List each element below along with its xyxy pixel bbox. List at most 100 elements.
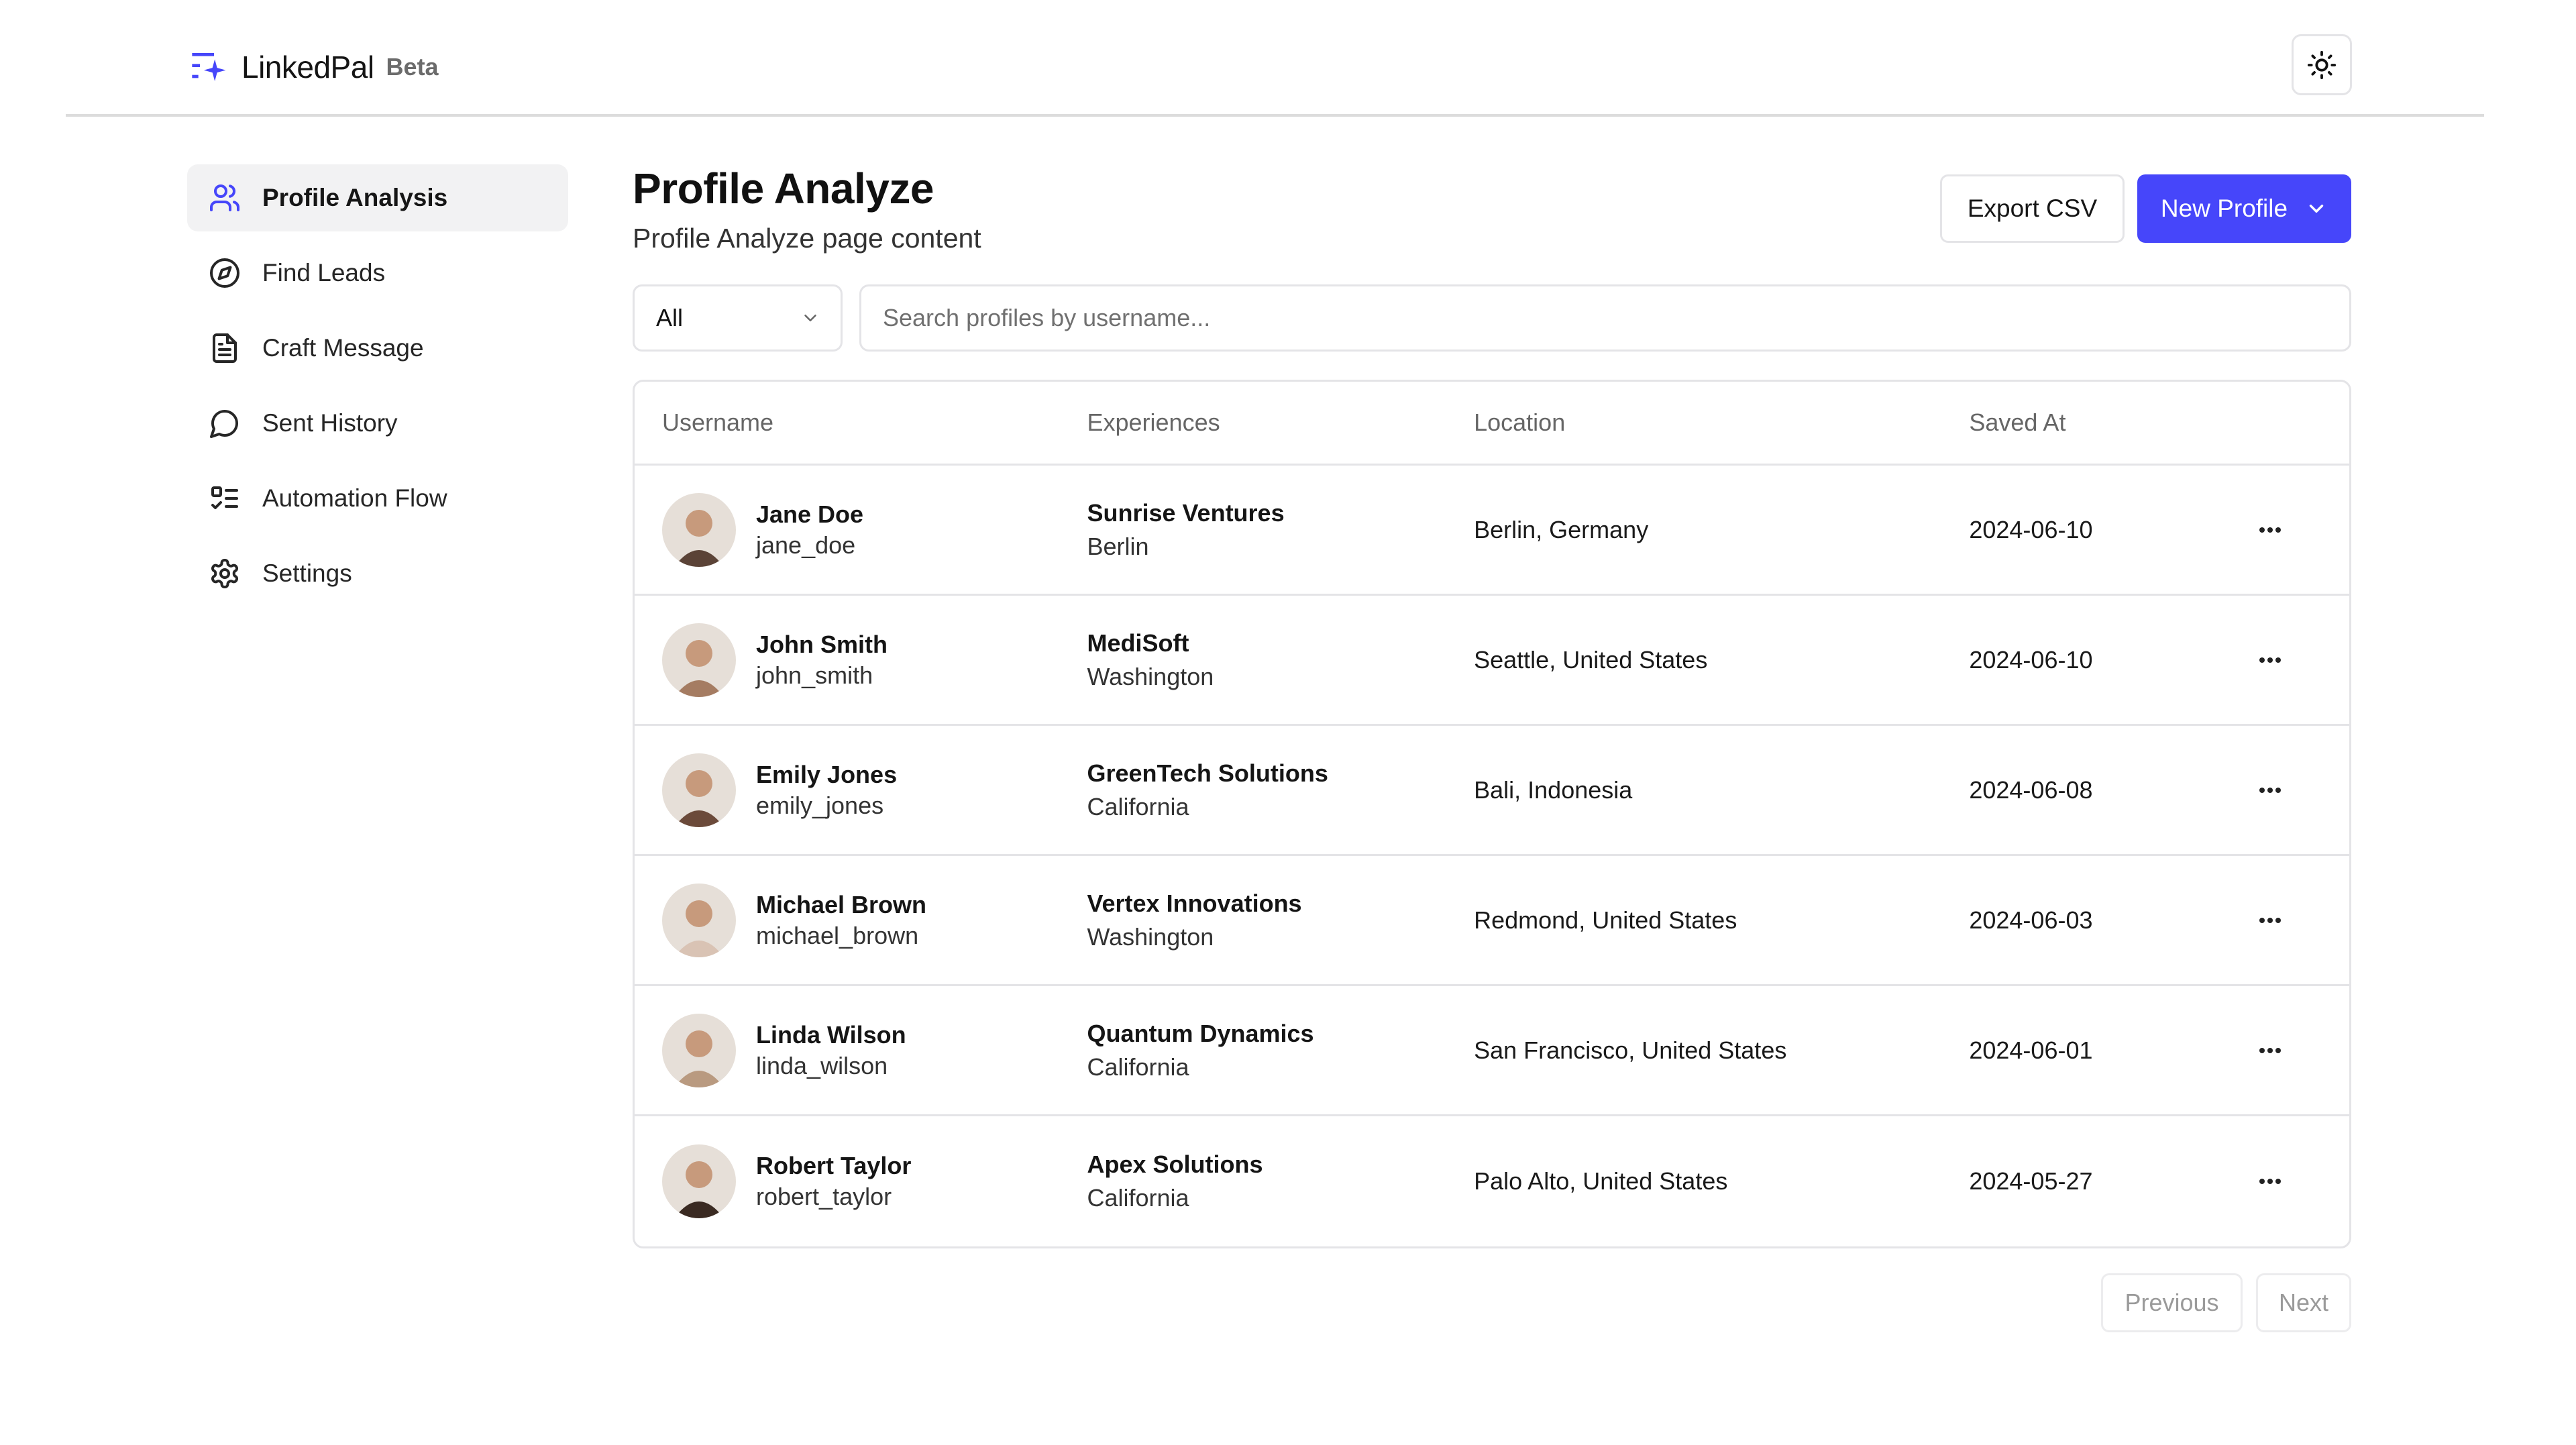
sidebar-item-settings[interactable]: Settings bbox=[187, 540, 568, 607]
location-cell: Seattle, United States bbox=[1474, 645, 1708, 674]
chevron-down-icon bbox=[804, 315, 816, 321]
experience-region: California bbox=[1087, 792, 1189, 820]
export-csv-button[interactable]: Export CSV bbox=[1940, 174, 2125, 243]
saved-at-cell: 2024-06-10 bbox=[1969, 515, 2093, 543]
column-header-location[interactable]: Location bbox=[1474, 409, 1969, 437]
sidebar-item-craft-message[interactable]: Craft Message bbox=[187, 315, 568, 382]
compass-icon bbox=[207, 256, 242, 290]
profile-username: robert_taylor bbox=[756, 1183, 892, 1210]
profile-name[interactable]: Michael Brown bbox=[756, 890, 926, 920]
avatar bbox=[662, 1144, 736, 1218]
table-body: Jane Doe jane_doe Sunrise Ventures Berli… bbox=[635, 466, 2349, 1246]
beta-badge: Beta bbox=[386, 53, 439, 81]
logo[interactable]: LinkedPal Beta bbox=[191, 47, 439, 87]
table-row[interactable]: Michael Brown michael_brown Vertex Innov… bbox=[635, 856, 2349, 986]
avatar-person-icon bbox=[662, 883, 736, 957]
row-actions-button[interactable] bbox=[2253, 517, 2288, 543]
filter-select[interactable]: All bbox=[633, 284, 843, 352]
profile-name[interactable]: Linda Wilson bbox=[756, 1020, 906, 1051]
avatar bbox=[662, 753, 736, 827]
sidebar-item-find-leads[interactable]: Find Leads bbox=[187, 239, 568, 307]
profile-name[interactable]: John Smith bbox=[756, 629, 888, 660]
location-cell: Berlin, Germany bbox=[1474, 515, 1649, 543]
experiences-cell: Quantum Dynamics California bbox=[1087, 1017, 1474, 1084]
experience-company: GreenTech Solutions bbox=[1087, 759, 1328, 787]
table-row[interactable]: Jane Doe jane_doe Sunrise Ventures Berli… bbox=[635, 466, 2349, 596]
row-actions-button[interactable] bbox=[2253, 777, 2288, 804]
saved-at-cell: 2024-06-08 bbox=[1969, 775, 2093, 804]
profile-name[interactable]: Emily Jones bbox=[756, 759, 897, 790]
theme-toggle-button[interactable] bbox=[2292, 34, 2352, 95]
location-cell: Redmond, United States bbox=[1474, 906, 1737, 934]
experience-company: Vertex Innovations bbox=[1087, 889, 1302, 917]
sidebar-item-label: Automation Flow bbox=[262, 484, 447, 512]
actions-cell bbox=[2253, 517, 2349, 543]
search-input[interactable] bbox=[859, 284, 2351, 352]
experience-company: MediSoft bbox=[1087, 629, 1189, 657]
column-header-saved-at[interactable]: Saved At bbox=[1969, 409, 2253, 437]
table-row[interactable]: John Smith john_smith MediSoft Washingto… bbox=[635, 596, 2349, 726]
experience-region: Washington bbox=[1087, 662, 1214, 690]
new-profile-label: New Profile bbox=[2160, 195, 2288, 222]
experience-company: Sunrise Ventures bbox=[1087, 498, 1285, 527]
row-actions-button[interactable] bbox=[2253, 647, 2288, 674]
sidebar-item-profile-analysis[interactable]: Profile Analysis bbox=[187, 164, 568, 231]
more-horizontal-icon bbox=[2259, 1179, 2282, 1184]
experience-region: Berlin bbox=[1087, 532, 1149, 560]
column-header-username[interactable]: Username bbox=[635, 409, 1087, 437]
profile-username: linda_wilson bbox=[756, 1051, 888, 1079]
avatar bbox=[662, 492, 736, 567]
previous-page-button[interactable]: Previous bbox=[2101, 1273, 2243, 1332]
profile-username: jane_doe bbox=[756, 531, 856, 559]
profile-name[interactable]: Robert Taylor bbox=[756, 1150, 911, 1181]
saved-at-cell: 2024-06-01 bbox=[1969, 1036, 2093, 1064]
list-checks-icon bbox=[207, 481, 242, 516]
experience-region: California bbox=[1087, 1184, 1189, 1212]
profiles-table: Username Experiences Location Saved At J… bbox=[633, 380, 2351, 1248]
sidebar-item-automation-flow[interactable]: Automation Flow bbox=[187, 465, 568, 532]
chevron-down-icon bbox=[2309, 205, 2324, 213]
username-cell: Jane Doe jane_doe bbox=[635, 492, 1087, 567]
row-actions-button[interactable] bbox=[2253, 1037, 2288, 1064]
experience-company: Quantum Dynamics bbox=[1087, 1019, 1314, 1047]
sidebar-item-label: Settings bbox=[262, 559, 352, 587]
avatar bbox=[662, 623, 736, 697]
more-horizontal-icon bbox=[2259, 917, 2282, 923]
gear-icon bbox=[207, 556, 242, 591]
more-horizontal-icon bbox=[2259, 787, 2282, 793]
table-row[interactable]: Emily Jones emily_jones GreenTech Soluti… bbox=[635, 726, 2349, 856]
experience-company: Apex Solutions bbox=[1087, 1150, 1263, 1178]
sun-icon bbox=[2307, 50, 2337, 79]
table-row[interactable]: Robert Taylor robert_taylor Apex Solutio… bbox=[635, 1116, 2349, 1246]
table-row[interactable]: Linda Wilson linda_wilson Quantum Dynami… bbox=[635, 986, 2349, 1116]
more-horizontal-icon bbox=[2259, 1047, 2282, 1053]
top-bar: LinkedPal Beta bbox=[66, 0, 2484, 117]
more-horizontal-icon bbox=[2259, 657, 2282, 663]
next-page-button[interactable]: Next bbox=[2256, 1273, 2351, 1332]
experiences-cell: Vertex Innovations Washington bbox=[1087, 887, 1474, 954]
experience-region: Washington bbox=[1087, 922, 1214, 951]
row-actions-button[interactable] bbox=[2253, 907, 2288, 934]
profile-name[interactable]: Jane Doe bbox=[756, 499, 863, 530]
experiences-cell: Sunrise Ventures Berlin bbox=[1087, 496, 1474, 564]
avatar-person-icon bbox=[662, 753, 736, 827]
username-cell: Michael Brown michael_brown bbox=[635, 883, 1087, 957]
avatar-person-icon bbox=[662, 623, 736, 697]
saved-at-cell: 2024-06-10 bbox=[1969, 645, 2093, 674]
users-icon bbox=[207, 180, 242, 215]
column-header-experiences[interactable]: Experiences bbox=[1087, 409, 1474, 437]
new-profile-button[interactable]: New Profile bbox=[2137, 174, 2351, 243]
actions-cell bbox=[2253, 907, 2349, 934]
avatar bbox=[662, 1013, 736, 1087]
profile-username: michael_brown bbox=[756, 921, 919, 949]
sidebar-item-sent-history[interactable]: Sent History bbox=[187, 390, 568, 457]
row-actions-button[interactable] bbox=[2253, 1168, 2288, 1195]
filter-select-value: All bbox=[656, 304, 684, 331]
actions-cell bbox=[2253, 647, 2349, 674]
logo-sparkle-list-icon bbox=[192, 53, 226, 81]
avatar-person-icon bbox=[662, 492, 736, 567]
sidebar-item-label: Craft Message bbox=[262, 334, 424, 362]
avatar bbox=[662, 883, 736, 957]
page-title: Profile Analyze bbox=[633, 164, 934, 213]
avatar-person-icon bbox=[662, 1144, 736, 1218]
